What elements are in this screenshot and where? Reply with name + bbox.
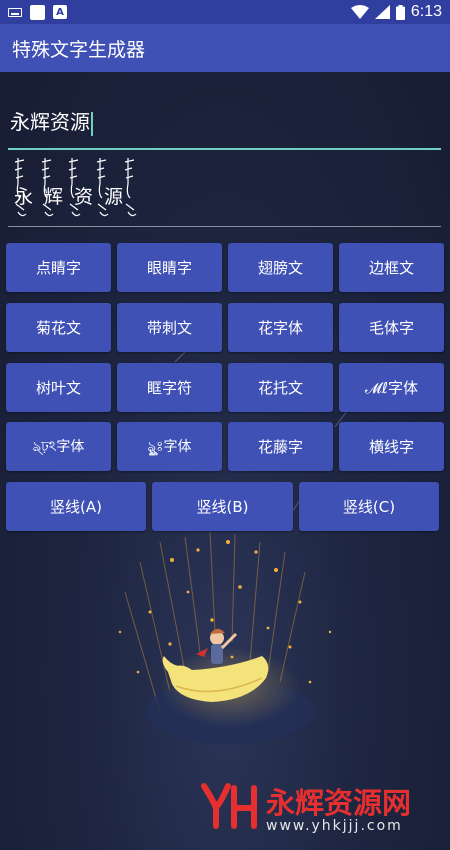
yh-logo-icon — [201, 783, 257, 829]
style-button-juhua[interactable]: 菊花文 — [6, 303, 111, 352]
style-button-huateng[interactable]: 花藤字 — [228, 422, 333, 471]
style-button-daici[interactable]: 带刺文 — [117, 303, 222, 352]
output-field[interactable]: 永辉资源 — [8, 154, 441, 227]
style-button-hengxian[interactable]: 横线字 — [339, 422, 444, 471]
style-button-huazi[interactable]: 花字体 — [228, 303, 333, 352]
watermark-logo — [200, 782, 260, 840]
style-button-shuye[interactable]: 树叶文 — [6, 363, 111, 412]
style-button-biankuang[interactable]: 边框文 — [339, 243, 444, 292]
style-button-dianjing[interactable]: 点睛字 — [6, 243, 111, 292]
text-input-field[interactable]: 永辉资源 — [8, 100, 441, 150]
style-button-yanjing[interactable]: 眼睛字 — [117, 243, 222, 292]
main-content: 永辉资源 永辉资源 点睛字 眼睛字 翅膀文 边框文 菊花文 带刺文 花字体 毛体… — [0, 72, 450, 850]
style-button-maoti[interactable]: 毛体字 — [339, 303, 444, 352]
wifi-icon — [350, 5, 369, 19]
signal-icon — [374, 5, 390, 19]
watermark: 永辉资源网 www.yhkjjj.com — [200, 782, 411, 840]
watermark-url: www.yhkjjj.com — [266, 818, 403, 834]
app-bar: 特殊文字生成器 — [0, 24, 450, 72]
status-bar: A 6:13 — [0, 0, 450, 24]
keyboard-icon — [8, 7, 22, 17]
style-button-chibang[interactable]: 翅膀文 — [228, 243, 333, 292]
notification-app-icon — [30, 4, 45, 20]
style-button-ornament-a[interactable]: ঌ্ঢ়ঽ字体 — [6, 422, 111, 471]
vertical-line-c-button[interactable]: 竖线(C) — [299, 482, 439, 531]
vertical-line-a-button[interactable]: 竖线(A) — [6, 482, 146, 531]
style-button-ornament-b[interactable]: ৡৢৣৢ্ঃ字体 — [117, 422, 222, 471]
watermark-title: 永辉资源网 — [266, 786, 412, 820]
battery-icon — [395, 4, 405, 20]
vertical-line-b-button[interactable]: 竖线(B) — [152, 482, 293, 531]
page-title: 特殊文字生成器 — [12, 38, 146, 61]
output-text: 永辉资源 — [14, 186, 135, 208]
style-button-kuangzi[interactable]: 眶字符 — [117, 363, 222, 412]
style-button-ml-font[interactable]: 𝓜ℓ字体 — [339, 363, 444, 412]
style-button-huatuo[interactable]: 花托文 — [228, 363, 333, 412]
text-cursor — [91, 111, 93, 136]
clock: 6:13 — [410, 3, 442, 20]
notification-a-icon: A — [53, 5, 67, 19]
text-input-value: 永辉资源 — [10, 106, 93, 136]
